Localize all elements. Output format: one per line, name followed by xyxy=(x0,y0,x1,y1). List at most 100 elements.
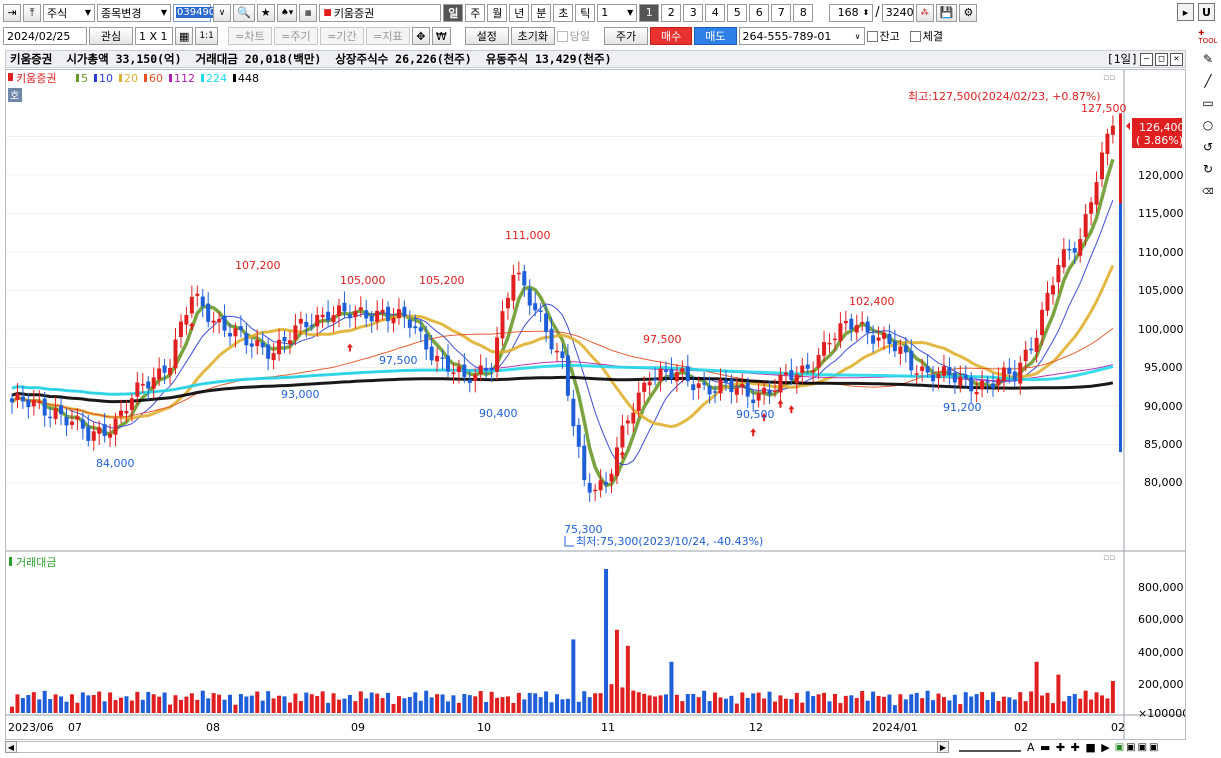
date-field[interactable]: 2024/02/25 xyxy=(3,27,87,45)
period-value-select[interactable]: 1 ▼ xyxy=(597,3,638,22)
reset-button[interactable]: 초기화 xyxy=(510,27,555,45)
num-button-4[interactable]: 4 xyxy=(705,3,726,22)
crosshair-icon[interactable]: ✥ xyxy=(411,27,430,45)
candle-body xyxy=(996,378,1001,386)
period-week[interactable]: 주 xyxy=(465,3,486,22)
restore-icon[interactable]: □ xyxy=(1155,52,1168,66)
price-button[interactable]: 주가 xyxy=(604,27,649,45)
save-bottom-icon[interactable]: ▣ xyxy=(1126,742,1135,753)
eraser-icon[interactable]: ⌫ xyxy=(1198,182,1218,200)
code-dropdown-icon[interactable]: ∨ xyxy=(213,3,231,22)
gear-icon[interactable]: ⚙ xyxy=(959,3,978,22)
date-value: 2024/02/25 xyxy=(7,29,71,43)
volume-bar xyxy=(206,698,211,713)
pin-icon[interactable]: ⇥ xyxy=(3,3,21,22)
pin-top-icon[interactable]: ⤒ xyxy=(23,3,41,22)
chart-area[interactable]: 키움증권 5 10 20 60 112 224 448 호 ▫▫ ▫▫ 120,000 11… xyxy=(5,69,1186,740)
num-button-5[interactable]: 5 xyxy=(727,3,748,22)
period-month[interactable]: 월 xyxy=(487,3,508,22)
volume-bar xyxy=(37,699,42,713)
num-button-2[interactable]: 2 xyxy=(661,3,682,22)
volume-bar xyxy=(936,693,941,713)
settings-button[interactable]: 설정 xyxy=(464,27,509,45)
chart-button[interactable]: =차트 xyxy=(227,27,272,45)
redo-icon[interactable]: ↻ xyxy=(1198,160,1218,178)
volume-bar xyxy=(119,697,123,713)
undo-icon[interactable]: ↺ xyxy=(1198,138,1218,156)
num-button-3[interactable]: 3 xyxy=(683,3,704,22)
stock-code-input[interactable]: 039490 xyxy=(173,3,217,22)
layout-field[interactable]: 1 X 1 xyxy=(135,27,173,45)
watch-button[interactable]: 관심 xyxy=(89,27,133,45)
star-icon[interactable]: ★ xyxy=(256,3,275,22)
checkbox-icon xyxy=(866,30,878,42)
volume-bar xyxy=(800,702,805,713)
grid-100-icon[interactable]: ▦ xyxy=(299,3,318,22)
sell-button[interactable]: 매도 xyxy=(694,27,737,45)
count-stepper[interactable]: 168 ⬍ xyxy=(829,3,874,22)
volume-bar xyxy=(1094,692,1099,713)
circle-icon[interactable]: ○ xyxy=(1198,116,1218,134)
volume-bar xyxy=(713,692,718,713)
candle-body xyxy=(129,398,134,410)
close-icon[interactable]: ✕ xyxy=(1170,52,1183,66)
pane-controls-icon[interactable]: ▫▫ xyxy=(1103,73,1115,83)
period-year[interactable]: 년 xyxy=(509,3,530,22)
num-button-8[interactable]: 8 xyxy=(793,3,814,22)
line-icon[interactable]: ╱ xyxy=(1198,72,1218,90)
u-button[interactable]: U xyxy=(1198,3,1215,21)
change-stock-select[interactable]: 종목변경 ▼ xyxy=(97,3,171,22)
account-select[interactable]: 264-555-789-01 ∨ xyxy=(738,27,865,45)
candle-body xyxy=(69,421,74,425)
scroll-right-icon[interactable]: ▶ xyxy=(937,741,949,753)
volume-pane-controls-icon[interactable]: ▫▫ xyxy=(1103,553,1115,563)
candle-body xyxy=(762,387,767,394)
volume-bar xyxy=(653,696,658,713)
executed-checkbox[interactable]: 체결 xyxy=(909,28,943,44)
num-button-7[interactable]: 7 xyxy=(771,3,792,22)
pen-icon[interactable]: ✎ xyxy=(1198,50,1218,68)
volume-bar xyxy=(195,699,200,713)
scroll-left-icon[interactable]: ◀ xyxy=(5,741,17,753)
volume-bar xyxy=(391,704,396,713)
volume-bar xyxy=(674,694,679,713)
price-range-bar-up xyxy=(1119,113,1122,204)
won-icon[interactable]: ₩ xyxy=(431,27,451,45)
search-icon[interactable]: 🔍 xyxy=(233,3,255,22)
spade-icon[interactable]: ♠▾ xyxy=(276,3,298,22)
chart-arrows-icon[interactable]: ⁂ xyxy=(915,3,934,22)
minimize-icon[interactable]: – xyxy=(1140,52,1153,66)
price-chart[interactable]: 키움증권 5 10 20 60 112 224 448 호 ▫▫ ▫▫ 120,000 11… xyxy=(6,70,1185,739)
today-checkbox[interactable]: 당일 xyxy=(556,28,590,44)
tool-icon[interactable]: ✚ TOOL xyxy=(1198,28,1218,46)
volume-bar xyxy=(413,692,418,713)
period-day[interactable]: 일 xyxy=(443,3,464,22)
indicator-button[interactable]: =지표 xyxy=(365,27,410,45)
period-button[interactable]: =기간 xyxy=(319,27,364,45)
cycle-button[interactable]: =주기 xyxy=(273,27,318,45)
zoom-icons[interactable]: A ▬ ✚ ✚ ■ ▶ xyxy=(1027,741,1111,754)
calendar-icon[interactable]: ▦ xyxy=(175,27,194,45)
num-button-6[interactable]: 6 xyxy=(749,3,770,22)
volume-bar xyxy=(451,695,456,713)
balance-checkbox[interactable]: 잔고 xyxy=(866,28,900,44)
market-select[interactable]: 주식 ▼ xyxy=(43,3,95,22)
period-tick[interactable]: 틱 xyxy=(575,3,596,22)
candle-body xyxy=(429,346,434,361)
next-icon[interactable]: ▸ xyxy=(1177,3,1194,21)
expand-icon[interactable]: ▣ xyxy=(1149,742,1158,753)
volume-bar xyxy=(805,691,810,713)
rectangle-icon[interactable]: ▭ xyxy=(1198,94,1218,112)
current-change: ( 3.86%) xyxy=(1136,134,1183,147)
zoom-slider[interactable] xyxy=(959,742,1021,752)
buy-button[interactable]: 매수 xyxy=(650,27,693,45)
horizontal-scrollbar[interactable] xyxy=(17,741,937,753)
excel-icon[interactable]: ▣ xyxy=(1115,742,1124,753)
num-button-1[interactable]: 1 xyxy=(639,3,660,22)
one-one-button[interactable]: 1:1 xyxy=(195,27,218,45)
volume-bar xyxy=(347,694,352,713)
period-minute[interactable]: 분 xyxy=(531,3,552,22)
print-icon[interactable]: ▣ xyxy=(1138,742,1147,753)
save-icon[interactable]: 💾 xyxy=(935,3,958,22)
period-second[interactable]: 초 xyxy=(553,3,574,22)
